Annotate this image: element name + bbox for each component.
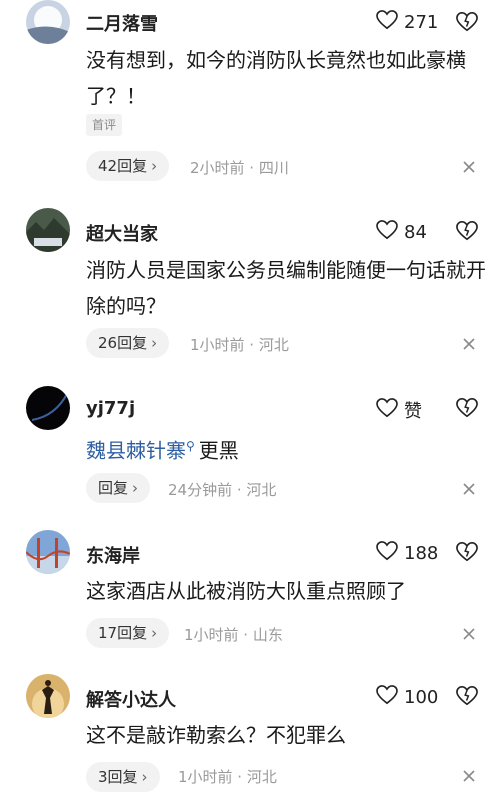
replies-button[interactable]: 17回复 › bbox=[86, 618, 170, 648]
like-button[interactable]: 271 bbox=[376, 10, 438, 35]
comment-text: 魏县棘针寨⚲ 更黑 bbox=[86, 428, 486, 469]
avatar[interactable] bbox=[26, 386, 70, 430]
close-button[interactable] bbox=[461, 768, 477, 784]
dislike-button[interactable] bbox=[456, 685, 478, 707]
comment-text: 这不是敲诈勒索么？不犯罪么 bbox=[86, 723, 346, 747]
dislike-button[interactable] bbox=[456, 11, 478, 33]
close-button[interactable] bbox=[461, 159, 477, 175]
like-button[interactable]: 赞 bbox=[376, 397, 422, 423]
replies-count: 回复 bbox=[98, 479, 129, 497]
like-count: 赞 bbox=[404, 401, 422, 422]
replies-count: 17回复 bbox=[98, 624, 148, 642]
username[interactable]: 二月落雪 bbox=[86, 10, 158, 36]
replies-count: 26回复 bbox=[98, 334, 148, 352]
close-icon bbox=[461, 337, 477, 356]
comment-text: 消防人员是国家公务员编制能随便一句话就开除的吗？ bbox=[86, 258, 486, 318]
replies-button[interactable]: 26回复 › bbox=[86, 328, 170, 358]
close-icon bbox=[461, 160, 477, 179]
comment-meta: 2小时前 · 四川 bbox=[190, 159, 289, 177]
broken-heart-icon bbox=[456, 398, 478, 423]
dislike-button[interactable] bbox=[456, 397, 478, 419]
heart-outline-icon bbox=[376, 10, 398, 35]
like-count: 271 bbox=[404, 12, 439, 33]
heart-outline-icon bbox=[376, 397, 398, 423]
like-count: 100 bbox=[404, 687, 439, 708]
chevron-right-icon: › bbox=[151, 334, 158, 352]
like-count: 84 bbox=[404, 222, 427, 243]
like-count: 188 bbox=[404, 543, 439, 564]
comment-text: 这家酒店从此被消防大队重点照顾了 bbox=[86, 579, 406, 603]
first-comment-tag: 首评 bbox=[86, 114, 123, 136]
broken-heart-icon bbox=[456, 686, 478, 711]
broken-heart-icon bbox=[456, 221, 478, 246]
search-icon: ⚲ bbox=[186, 439, 195, 453]
dislike-button[interactable] bbox=[456, 541, 478, 563]
close-icon bbox=[461, 627, 477, 646]
chevron-right-icon: › bbox=[151, 624, 158, 642]
dislike-button[interactable] bbox=[456, 220, 478, 242]
chevron-right-icon: › bbox=[151, 157, 158, 175]
replies-button[interactable]: 回复 › bbox=[86, 473, 151, 503]
heart-outline-icon bbox=[376, 220, 398, 245]
username[interactable]: 超大当家 bbox=[86, 220, 158, 246]
like-button[interactable]: 100 bbox=[376, 685, 438, 710]
replies-count: 42回复 bbox=[98, 157, 148, 175]
broken-heart-icon bbox=[456, 542, 478, 567]
heart-outline-icon bbox=[376, 685, 398, 710]
username[interactable]: 东海岸 bbox=[86, 542, 140, 568]
comment-meta: 1小时前 · 河北 bbox=[190, 336, 289, 354]
replies-count: 3回复 bbox=[98, 768, 138, 786]
comment-text-body: 更黑 bbox=[198, 438, 239, 463]
chevron-right-icon: › bbox=[132, 479, 139, 497]
chevron-right-icon: › bbox=[141, 768, 148, 786]
like-button[interactable]: 188 bbox=[376, 541, 438, 566]
replies-button[interactable]: 42回复 › bbox=[86, 151, 170, 181]
username[interactable]: yj77j bbox=[86, 398, 135, 419]
comment-meta: 24分钟前 · 河北 bbox=[168, 481, 277, 499]
close-icon bbox=[461, 769, 477, 788]
like-button[interactable]: 84 bbox=[376, 220, 427, 245]
close-button[interactable] bbox=[461, 481, 477, 497]
close-button[interactable] bbox=[461, 336, 477, 352]
mention-link[interactable]: 魏县棘针寨 bbox=[86, 439, 186, 463]
broken-heart-icon bbox=[456, 12, 478, 37]
close-icon bbox=[461, 482, 477, 501]
avatar[interactable] bbox=[26, 530, 70, 574]
comment-text: 没有想到，如今的消防队长竟然也如此豪横了？！ bbox=[86, 48, 466, 108]
heart-outline-icon bbox=[376, 541, 398, 566]
avatar[interactable] bbox=[26, 0, 70, 44]
username[interactable]: 解答小达人 bbox=[86, 686, 176, 712]
comment-meta: 1小时前 · 山东 bbox=[184, 626, 283, 644]
replies-button[interactable]: 3回复 › bbox=[86, 762, 160, 792]
avatar[interactable] bbox=[26, 208, 70, 252]
avatar[interactable] bbox=[26, 674, 70, 718]
close-button[interactable] bbox=[461, 626, 477, 642]
